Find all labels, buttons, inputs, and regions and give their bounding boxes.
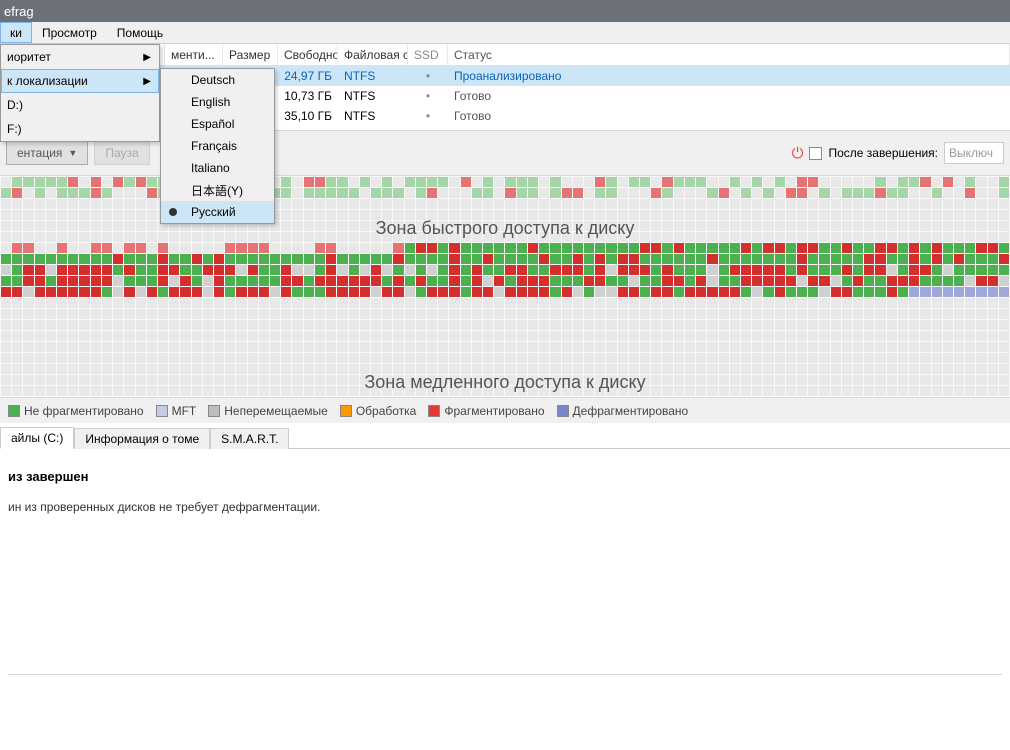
result-tabs: айлы (C:) Информация о томе S.M.A.R.T. bbox=[0, 425, 1010, 449]
lang-espanol[interactable]: Español bbox=[161, 113, 274, 135]
menu-localization[interactable]: к локализации ▶ bbox=[1, 69, 159, 93]
defrag-button[interactable]: ентация ▼ bbox=[6, 141, 88, 165]
legend-swatch-unmovable bbox=[208, 405, 220, 417]
col-free[interactable]: Свободно bbox=[278, 44, 338, 65]
chevron-right-icon: ▶ bbox=[143, 52, 151, 63]
legend: Не фрагментировано MFT Неперемещаемые Об… bbox=[0, 397, 1010, 423]
menu-view[interactable]: Просмотр bbox=[32, 22, 107, 43]
tab-files[interactable]: айлы (C:) bbox=[0, 427, 74, 449]
legend-swatch-fragmented bbox=[428, 405, 440, 417]
tab-smart[interactable]: S.M.A.R.T. bbox=[210, 428, 289, 449]
col-ssd[interactable]: SSD bbox=[408, 44, 448, 65]
col-filesystem[interactable]: Файловая с... bbox=[338, 44, 408, 65]
legend-swatch-mft bbox=[156, 405, 168, 417]
col-fragmentation[interactable]: менти... bbox=[165, 44, 223, 65]
drive-label-f[interactable]: F:) bbox=[1, 117, 159, 141]
chevron-down-icon: ▼ bbox=[68, 148, 77, 158]
defrag-map: Зона быстрого доступа к диску Зона медле… bbox=[0, 176, 1010, 397]
after-completion-combo[interactable]: Выключ bbox=[944, 142, 1004, 164]
settings-submenu: иоритет ▶ к локализации ▶ D:) F:) bbox=[0, 44, 160, 142]
menu-settings[interactable]: ки bbox=[0, 22, 32, 43]
after-completion-label: После завершения: bbox=[828, 146, 938, 160]
lang-english[interactable]: English bbox=[161, 91, 274, 113]
result-text: ин из проверенных дисков не требует дефр… bbox=[8, 500, 1002, 514]
result-pane: из завершен ин из проверенных дисков не … bbox=[0, 449, 1010, 695]
lang-russian[interactable]: Русский bbox=[161, 201, 274, 223]
language-submenu: Deutsch English Español Français Italian… bbox=[160, 68, 275, 224]
legend-swatch-green bbox=[8, 405, 20, 417]
menu-priority[interactable]: иоритет ▶ bbox=[1, 45, 159, 69]
lang-francais[interactable]: Français bbox=[161, 135, 274, 157]
window-title: efrag bbox=[4, 4, 34, 19]
legend-swatch-defragmented bbox=[557, 405, 569, 417]
lang-italiano[interactable]: Italiano bbox=[161, 157, 274, 179]
power-icon: ⏻ bbox=[792, 145, 804, 162]
menu-priority-label: иоритет bbox=[7, 50, 51, 64]
menubar: ки Просмотр Помощь bbox=[0, 22, 1010, 44]
menu-localization-label: к локализации bbox=[7, 74, 88, 88]
tab-volume-info[interactable]: Информация о томе bbox=[74, 428, 210, 449]
menu-help[interactable]: Помощь bbox=[107, 22, 173, 43]
pause-button[interactable]: Пауза bbox=[94, 141, 149, 165]
legend-swatch-processing bbox=[340, 405, 352, 417]
col-status[interactable]: Статус bbox=[448, 44, 1010, 65]
after-completion-checkbox[interactable] bbox=[809, 147, 822, 160]
lang-deutsch[interactable]: Deutsch bbox=[161, 69, 274, 91]
window-titlebar: efrag bbox=[0, 0, 1010, 22]
lang-japanese[interactable]: 日本語(Y) bbox=[161, 179, 274, 201]
drive-label-d[interactable]: D:) bbox=[1, 93, 159, 117]
chevron-right-icon: ▶ bbox=[143, 76, 151, 87]
col-size[interactable]: Размер bbox=[223, 44, 278, 65]
result-heading: из завершен bbox=[8, 469, 1002, 484]
